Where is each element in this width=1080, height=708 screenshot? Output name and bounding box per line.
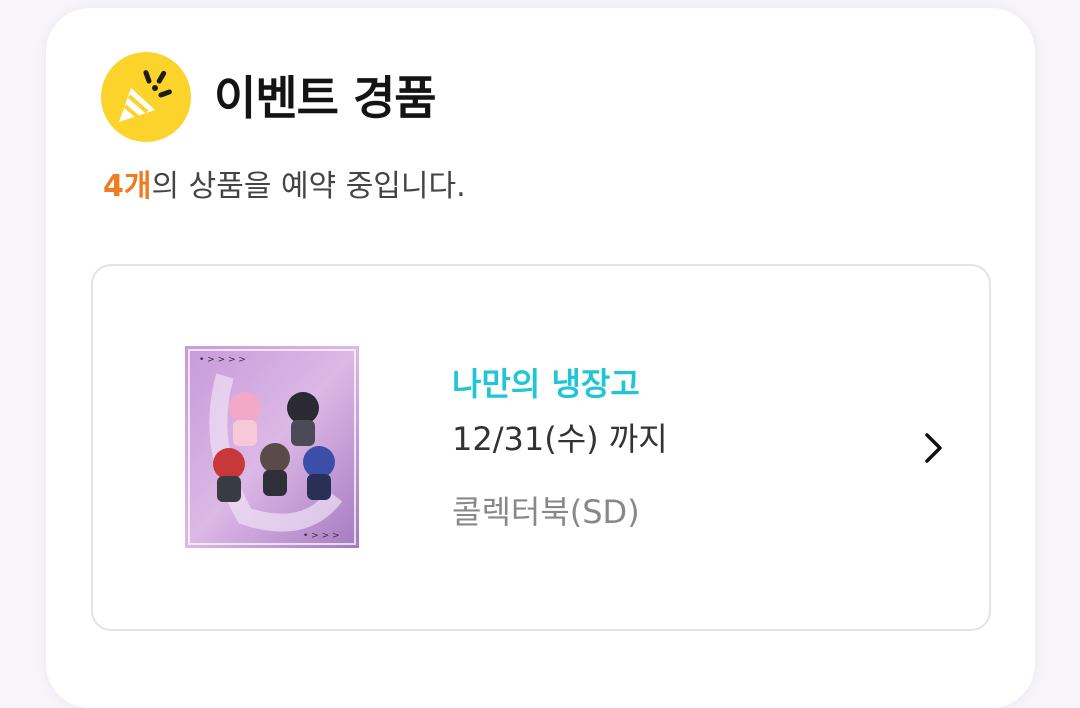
- section-title: 이벤트 경품: [214, 71, 437, 125]
- reservation-summary: 4개의 상품을 예약 중입니다.: [103, 166, 466, 208]
- product-deadline: 12/31(수) 까지: [452, 420, 668, 458]
- chevron-right-icon[interactable]: [918, 430, 948, 466]
- reservation-count: 4개: [103, 169, 152, 204]
- product-name: 나만의 냉장고: [452, 365, 640, 403]
- collector-book-cover-image: • > > > > • > > >: [185, 346, 359, 548]
- product-type: 콜렉터북(SD): [452, 493, 640, 531]
- party-popper-icon: [101, 52, 191, 142]
- svg-text:• > > >: • > > >: [303, 531, 340, 541]
- svg-text:• > > > >: • > > > >: [199, 355, 246, 365]
- reservation-summary-text: 의 상품을 예약 중입니다.: [151, 169, 466, 204]
